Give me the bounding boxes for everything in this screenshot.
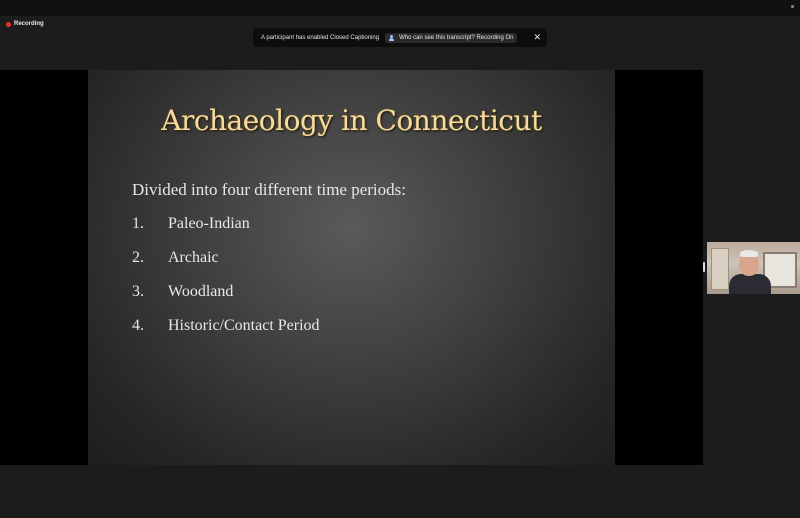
recording-label: Recording bbox=[14, 21, 44, 27]
list-number: 4. bbox=[132, 317, 144, 334]
list-number: 2. bbox=[132, 249, 144, 266]
close-icon[interactable]: ✕ bbox=[533, 33, 541, 42]
list-text: Historic/Contact Period bbox=[168, 317, 320, 334]
list-item: 2. Archaic bbox=[132, 249, 320, 283]
presentation-slide: Archaeology in Connecticut Divided into … bbox=[88, 70, 615, 465]
period-list: 1. Paleo-Indian 2. Archaic 3. Woodland 4… bbox=[132, 215, 320, 351]
slide-intro: Divided into four different time periods… bbox=[132, 180, 406, 199]
transcript-info-button[interactable]: Who can see this transcript? Recording O… bbox=[385, 32, 518, 43]
list-number: 3. bbox=[132, 283, 144, 300]
transcript-info-label: Who can see this transcript? Recording O… bbox=[399, 34, 514, 41]
meeting-window: Recording A participant has enabled Clos… bbox=[0, 0, 800, 518]
list-number: 1. bbox=[132, 215, 144, 232]
banner-message: A participant has enabled Closed Caption… bbox=[261, 34, 380, 41]
people-icon bbox=[389, 34, 396, 41]
bottom-area bbox=[0, 465, 800, 518]
participant-hair bbox=[740, 250, 758, 257]
slide-title: Archaeology in Connecticut bbox=[161, 104, 542, 137]
screen-share-area: Archaeology in Connecticut Divided into … bbox=[0, 70, 703, 465]
dot-icon bbox=[791, 5, 794, 8]
recording-dot-icon bbox=[6, 21, 11, 27]
list-item: 3. Woodland bbox=[132, 283, 320, 317]
title-bar bbox=[0, 0, 800, 16]
list-item: 4. Historic/Contact Period bbox=[132, 317, 320, 351]
participant-body bbox=[729, 274, 771, 294]
participant-video-thumbnail[interactable] bbox=[707, 242, 800, 294]
recording-indicator[interactable]: Recording bbox=[6, 21, 44, 27]
list-text: Woodland bbox=[168, 283, 234, 300]
list-item: 1. Paleo-Indian bbox=[132, 215, 320, 249]
list-text: Paleo-Indian bbox=[168, 215, 250, 232]
list-text: Archaic bbox=[168, 249, 219, 266]
background-door bbox=[711, 248, 729, 290]
captioning-banner: A participant has enabled Closed Caption… bbox=[253, 28, 547, 47]
thumbnail-drag-handle[interactable] bbox=[703, 262, 705, 272]
